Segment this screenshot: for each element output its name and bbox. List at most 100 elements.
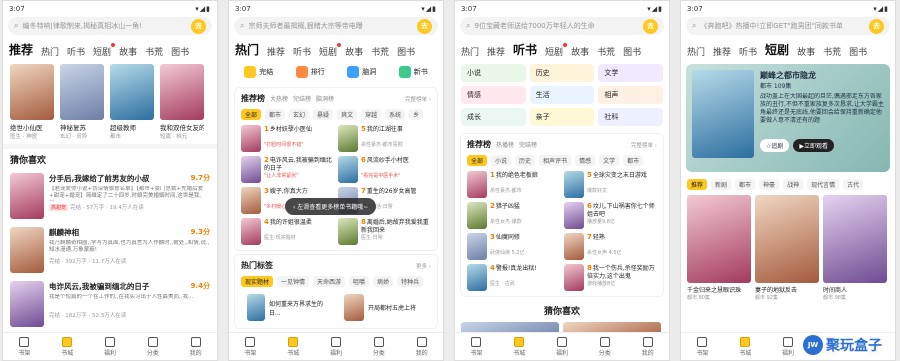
coin-button[interactable]: 去 — [191, 18, 206, 34]
nav-welfare[interactable]: 福利 — [782, 336, 794, 357]
drama-card[interactable]: 妻子的地狱反击 都市 92集 — [755, 195, 819, 301]
tab-short-drama[interactable]: 短剧 — [319, 43, 342, 58]
chip[interactable]: 穿越 — [361, 109, 382, 120]
nav-category[interactable]: 分类 — [147, 336, 159, 357]
nav-welfare[interactable]: 福利 — [104, 336, 116, 357]
full-ranking-link[interactable]: 完整榜单 › — [405, 95, 431, 103]
tag-chip[interactable]: 现实题材 — [241, 276, 274, 287]
chip[interactable]: 都市 — [623, 155, 644, 166]
rank-item[interactable]: 1乡村妖孽小医仙 "打脸时间很不错" — [241, 125, 334, 152]
tag-chip[interactable]: 病娇 — [373, 276, 394, 287]
tab-recommend[interactable]: 推荐 — [487, 45, 505, 58]
chip[interactable]: 都市 — [735, 179, 756, 190]
nav-shelf[interactable]: 书架 — [696, 336, 708, 357]
nav-shelf[interactable]: 书架 — [18, 336, 30, 357]
book-card[interactable]: 我和双倍女友的恋短篇 · 桓元 — [160, 64, 204, 140]
chip[interactable]: 战神 — [783, 179, 804, 190]
featured-drama[interactable]: 巅峰之都市隐龙 都市 109集 战功盖上在大国最起的旦茫,偶遇邪走东方各家族的丑… — [686, 64, 890, 172]
list-item[interactable]: 电诈风云,我被骗到缅北的日子 9.4分 我是个短篇的一个在工作的,,在我实习出于人性… — [3, 277, 217, 331]
tab-audio[interactable]: 听书 — [67, 45, 85, 58]
tab-short-drama[interactable]: 短剧 — [765, 41, 789, 58]
tag-chip[interactable]: 特种兵 — [397, 276, 424, 287]
coin-button[interactable]: 去 — [869, 18, 884, 34]
tag-book[interactable]: 开局都村五虎上将 — [338, 292, 431, 323]
chip[interactable]: 相声评书 — [539, 155, 572, 166]
nav-mine[interactable]: 我的 — [642, 336, 654, 357]
list-item[interactable]: 麒麟神相 9.3分 我乃麒麟奇相圈,,学写为真面,也为真言为人作麟时,,被处,,和情… — [3, 223, 217, 277]
tab-book-shortage[interactable]: 书荒 — [597, 45, 615, 58]
rank-item[interactable]: 3仙魔同修 武侠仙侠 5.2亿 — [467, 233, 560, 260]
tab-book-shortage[interactable]: 书荒 — [145, 45, 163, 58]
category-tile[interactable]: 小说 — [461, 64, 526, 82]
watch-now-button[interactable]: ▶立即观看 — [793, 139, 835, 152]
quick-brainstorm[interactable]: 脑洞 — [347, 66, 376, 78]
tag-chip[interactable]: 一见钟情 — [277, 276, 310, 287]
rank-item[interactable]: 2猎子凶猛 杀性女杰·爆款 — [467, 202, 560, 229]
nav-welfare[interactable]: 福利 — [556, 336, 568, 357]
chip[interactable]: 乡 — [409, 109, 424, 120]
tab-short-drama[interactable]: 短剧 — [93, 43, 116, 58]
chip[interactable]: 情感 — [575, 155, 596, 166]
chip[interactable]: 玄幻 — [289, 109, 310, 120]
quick-ranking[interactable]: 排行 — [295, 66, 325, 78]
tab-hot[interactable]: 热门 — [687, 45, 705, 58]
nav-store[interactable]: 书城 — [287, 336, 299, 357]
tab-books[interactable]: 图书 — [397, 45, 415, 58]
chip-recommend[interactable]: 推荐 — [687, 179, 708, 190]
tab-book-shortage[interactable]: 书荒 — [823, 45, 841, 58]
rank-item[interactable]: 6坟儿,下山祸害你七个师姐去吧 播放量9.8亿 — [564, 202, 657, 229]
chip[interactable]: 小说 — [491, 155, 512, 166]
category-tile[interactable]: 成长 — [461, 108, 526, 126]
drama-card[interactable]: 时间商人 都市 98集 — [823, 195, 887, 301]
follow-drama-button[interactable]: ☆追剧 — [760, 139, 790, 152]
tag-book[interactable]: 如何重来万界求生的日... — [241, 292, 334, 323]
chip[interactable]: 古代 — [843, 179, 864, 190]
chip-all[interactable]: 全部 — [467, 155, 488, 166]
chip[interactable]: 都市 — [265, 109, 286, 120]
search-bar[interactable]: ⌕ 9位宝藏老师送给7000万年轻人的生命 去 — [460, 17, 664, 35]
rank-item[interactable]: 4警报!真龙出狱! 医生 · 古武 — [467, 264, 560, 291]
tags-more-link[interactable]: 更多 › — [416, 262, 431, 270]
rank-item[interactable]: 2电诈风云,我被骗到缅北的日子 "让人非常紧张" — [241, 156, 334, 183]
rank-tab[interactable]: 完结榜 — [519, 142, 537, 149]
quick-new[interactable]: 新书 — [398, 66, 428, 78]
tag-chip[interactable]: 天命西游 — [313, 276, 346, 287]
tab-story[interactable]: 故事 — [571, 45, 589, 58]
search-bar[interactable]: ⌕ 《奔跑吧》热播中!立即GET"跑男团"同款书单 去 — [686, 17, 890, 35]
tab-story[interactable]: 故事 — [797, 45, 815, 58]
tab-books[interactable]: 图书 — [623, 45, 641, 58]
chip[interactable]: 文学 — [599, 155, 620, 166]
tab-hot[interactable]: 热门 — [461, 45, 479, 58]
tab-recommend[interactable]: 推荐 — [267, 45, 285, 58]
category-tile[interactable]: 社科 — [598, 108, 663, 126]
coin-button[interactable]: 去 — [417, 18, 432, 34]
rank-tab[interactable]: 完结榜 — [293, 96, 311, 103]
rank-item[interactable]: 5我的江湖往事 杀性豪杰·都市喜剧 — [338, 125, 431, 152]
tab-story[interactable]: 故事 — [345, 45, 363, 58]
chip[interactable]: 现代言情 — [807, 179, 840, 190]
tab-short-drama[interactable]: 短剧 — [545, 43, 568, 58]
chip[interactable]: 神豪 — [759, 179, 780, 190]
chip[interactable]: 历史 — [515, 155, 536, 166]
rank-item[interactable]: 6风流纱手小村医 "看完是中医手术" — [338, 156, 431, 183]
category-tile[interactable]: 历史 — [529, 64, 595, 82]
tab-recommend[interactable]: 推荐 — [9, 41, 33, 58]
tab-books[interactable]: 图书 — [849, 45, 867, 58]
nav-mine[interactable]: 我的 — [190, 336, 202, 357]
nav-store[interactable]: 书城 — [739, 336, 751, 357]
nav-shelf[interactable]: 书架 — [470, 336, 482, 357]
book-card[interactable]: 神秘复苏 玄幻 · 灵异 — [60, 64, 104, 140]
tab-book-shortage[interactable]: 书荒 — [371, 45, 389, 58]
nav-shelf[interactable]: 书架 — [244, 336, 256, 357]
coin-button[interactable]: 去 — [643, 18, 658, 34]
tab-story[interactable]: 故事 — [119, 45, 137, 58]
nav-mine[interactable]: 我的 — [416, 336, 428, 357]
rank-tab[interactable]: 热播榜 — [496, 142, 514, 149]
search-bar[interactable]: ⌕ 编冬特响|律歌制来,揭秘真相冰山一角! 去 — [8, 17, 212, 35]
tab-audio[interactable]: 听书 — [293, 45, 311, 58]
nav-store[interactable]: 书城 — [61, 336, 73, 357]
full-ranking-link[interactable]: 完整榜单 › — [631, 141, 657, 149]
tab-hot[interactable]: 热门 — [235, 41, 259, 58]
rank-item[interactable]: 1我的绝色老板娘 杀性豪杰·都市 — [467, 171, 560, 198]
nav-store[interactable]: 书城 — [513, 336, 525, 357]
